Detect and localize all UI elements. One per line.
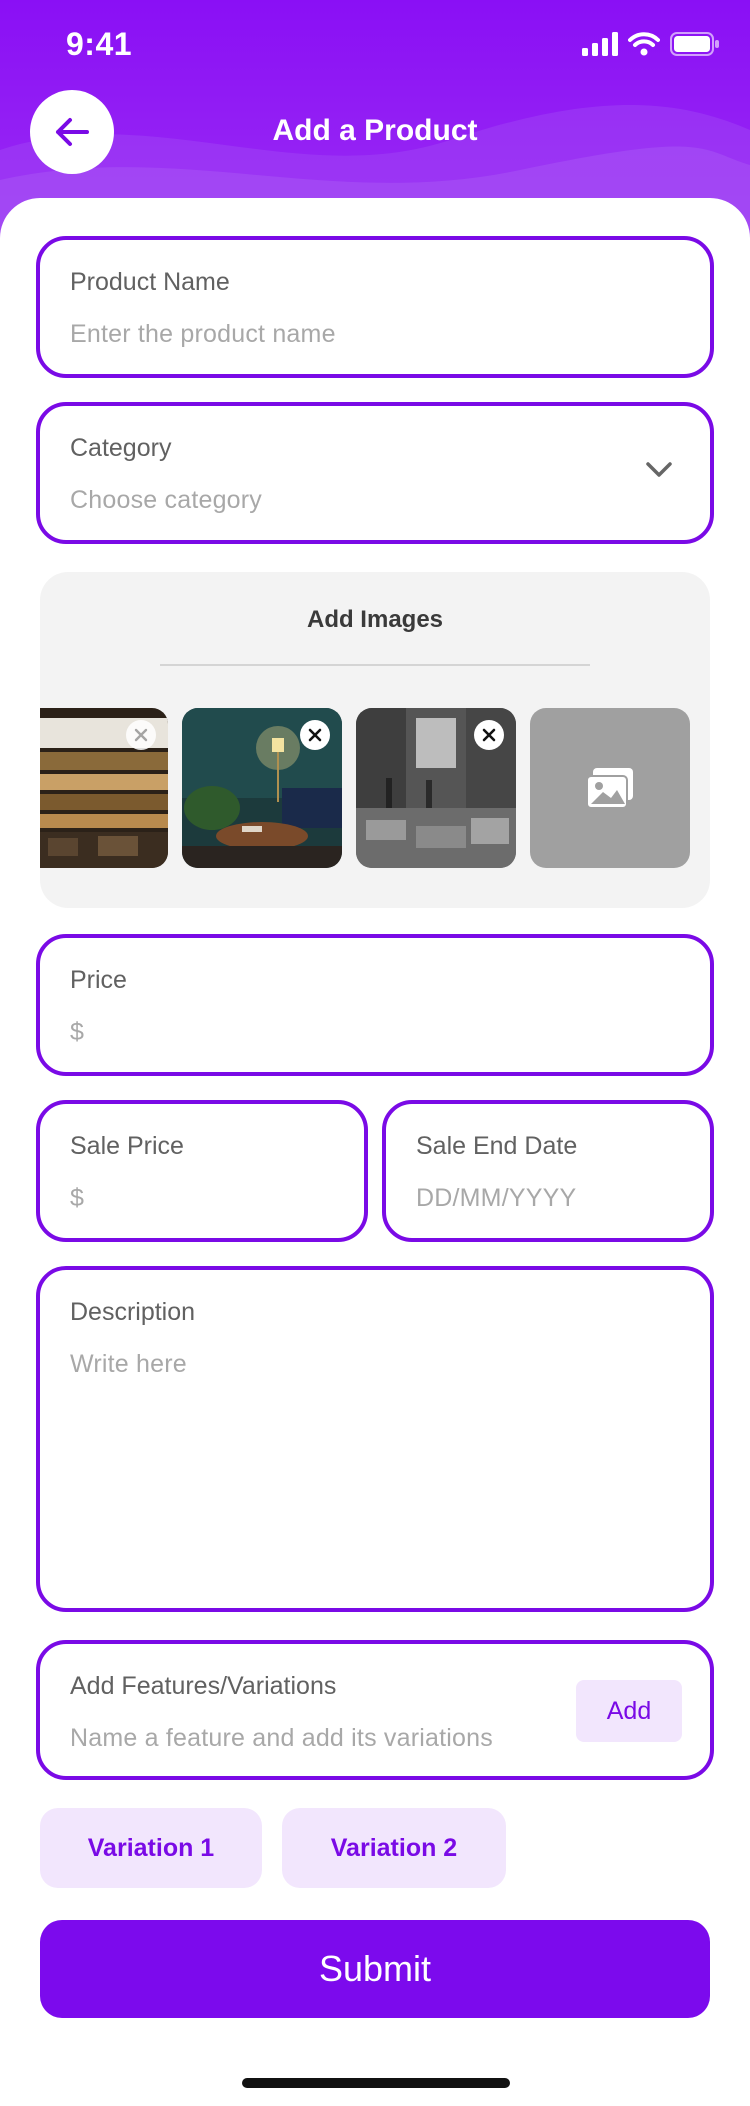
sale-end-date-placeholder: DD/MM/YYYY	[416, 1184, 577, 1212]
add-feature-button[interactable]: Add	[576, 1680, 682, 1742]
remove-image-button-3[interactable]	[474, 720, 504, 750]
status-icons	[582, 32, 720, 56]
add-images-card: Add Images	[40, 572, 710, 908]
features-placeholder: Name a feature and add its variations	[70, 1724, 493, 1752]
variation-chip-2[interactable]: Variation 2	[282, 1808, 506, 1888]
image-thumbnail-1[interactable]	[40, 708, 168, 868]
close-icon	[134, 728, 148, 742]
features-field[interactable]: Add Features/Variations Name a feature a…	[36, 1640, 714, 1780]
sale-price-placeholder: $	[70, 1184, 85, 1212]
battery-icon	[670, 32, 719, 56]
close-icon	[308, 728, 322, 742]
page-title: Add a Product	[272, 114, 478, 147]
status-bar: 9:41	[0, 0, 750, 92]
add-images-title: Add Images	[306, 606, 444, 633]
description-placeholder: Write here	[70, 1350, 187, 1378]
features-label: Add Features/Variations	[70, 1672, 337, 1700]
submit-button[interactable]: Submit	[40, 1920, 710, 2018]
remove-image-button-2[interactable]	[300, 720, 330, 750]
add-image-button[interactable]	[530, 708, 690, 868]
sale-end-date-field[interactable]: Sale End Date DD/MM/YYYY	[382, 1100, 714, 1242]
category-label: Category	[70, 434, 172, 462]
price-field[interactable]: Price $	[36, 934, 714, 1076]
image-thumbnail-2[interactable]	[182, 708, 342, 868]
remove-image-button-1[interactable]	[126, 720, 156, 750]
sale-end-date-label: Sale End Date	[416, 1132, 578, 1160]
home-indicator	[242, 2078, 510, 2088]
price-label: Price	[70, 966, 127, 994]
price-placeholder: $	[70, 1018, 85, 1046]
sale-price-label: Sale Price	[70, 1132, 184, 1160]
description-textarea[interactable]: Description Write here	[36, 1266, 714, 1612]
description-label: Description	[70, 1298, 196, 1326]
close-icon	[482, 728, 496, 742]
product-name-label: Product Name	[70, 268, 230, 296]
images-divider	[160, 664, 590, 666]
product-name-field[interactable]: Product Name Enter the product name	[36, 236, 714, 378]
wifi-icon	[628, 32, 660, 56]
image-thumbnail-3[interactable]	[356, 708, 516, 868]
signal-icon	[582, 32, 618, 56]
status-time: 9:41	[66, 26, 133, 62]
chevron-down-icon	[646, 462, 672, 477]
variation-chip-1[interactable]: Variation 1	[40, 1808, 262, 1888]
product-name-placeholder: Enter the product name	[70, 320, 336, 348]
sale-price-field[interactable]: Sale Price $	[36, 1100, 368, 1242]
category-placeholder: Choose category	[70, 486, 263, 514]
category-select[interactable]: Category Choose category	[36, 402, 714, 544]
add-image-icon	[586, 768, 633, 809]
